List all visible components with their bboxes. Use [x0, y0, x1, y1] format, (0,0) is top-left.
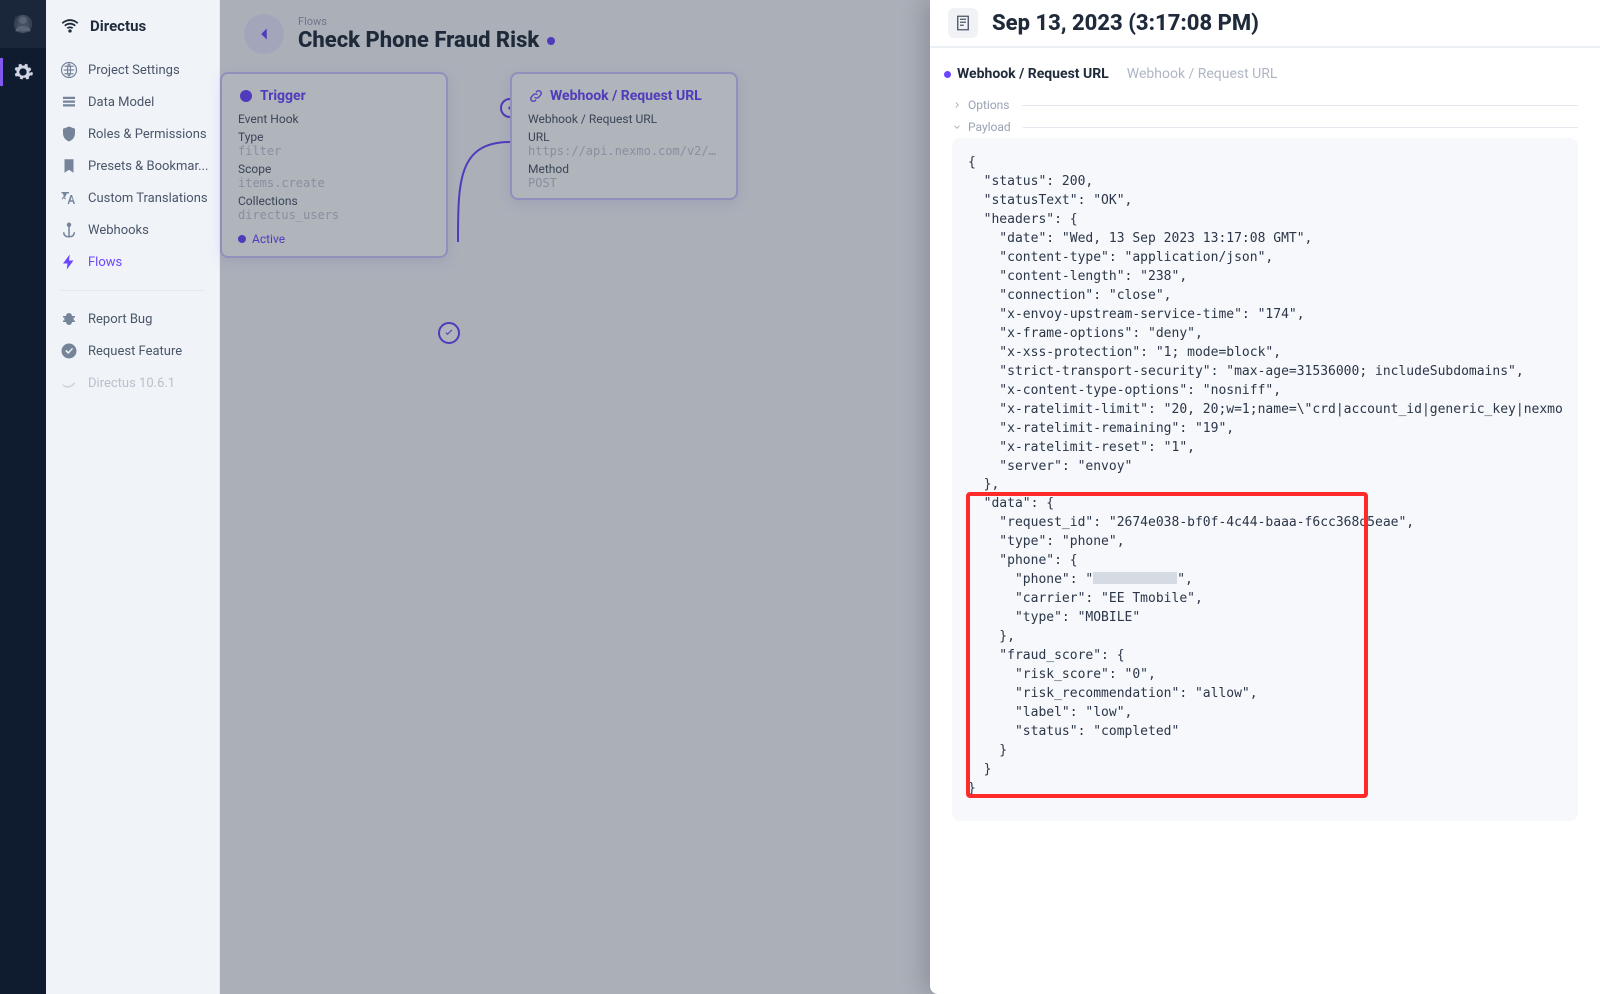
check-port-icon	[438, 322, 460, 344]
shield-icon	[60, 125, 78, 143]
breadcrumb[interactable]: Flows	[298, 15, 555, 28]
settings-item-project[interactable]: Project Settings	[46, 54, 219, 86]
settings-item-data-model[interactable]: Data Model	[46, 86, 219, 118]
bug-icon	[60, 310, 78, 328]
rail-settings-icon[interactable]	[0, 48, 46, 96]
drawer-title: Sep 13, 2023 (3:17:08 PM)	[992, 11, 1259, 36]
section-options[interactable]: Options	[952, 98, 1578, 112]
list-icon	[60, 93, 78, 111]
tab-dot-icon	[944, 71, 951, 78]
settings-item-version: Directus 10.6.1	[46, 367, 219, 399]
settings-item-request-feature[interactable]: Request Feature	[46, 335, 219, 367]
wifi-icon	[60, 16, 80, 36]
tab-webhook-inactive[interactable]: Webhook / Request URL	[1127, 66, 1278, 82]
log-drawer: Sep 13, 2023 (3:17:08 PM) Webhook / Requ…	[930, 0, 1600, 994]
target-icon	[238, 88, 254, 104]
bookmark-icon	[60, 157, 78, 175]
anchor-icon	[60, 221, 78, 239]
settings-item-translations[interactable]: Custom Translations	[46, 182, 219, 214]
brand-logo[interactable]	[0, 0, 46, 48]
page-title: Check Phone Fraud Risk	[298, 28, 555, 53]
section-payload[interactable]: Payload	[952, 120, 1578, 134]
link-icon	[528, 88, 544, 104]
tab-webhook-active[interactable]: Webhook / Request URL	[944, 66, 1109, 82]
settings-item-flows[interactable]: Flows	[46, 246, 219, 278]
status-dot-icon	[547, 37, 555, 45]
flow-node-trigger[interactable]: Trigger Event Hook Type filter Scope ite…	[220, 72, 448, 258]
payload-content[interactable]: { "status": 200, "statusText": "OK", "he…	[968, 154, 1562, 799]
settings-item-roles[interactable]: Roles & Permissions	[46, 118, 219, 150]
back-button[interactable]	[244, 14, 284, 54]
settings-brand: Directus	[46, 6, 219, 50]
nav-rail	[0, 0, 46, 994]
arrow-left-icon	[253, 23, 275, 45]
log-icon	[948, 8, 978, 38]
settings-item-report-bug[interactable]: Report Bug	[46, 303, 219, 335]
settings-sidebar: Directus Project Settings Data Model Rol…	[46, 0, 220, 994]
chevron-right-icon	[952, 100, 962, 110]
flow-node-webhook[interactable]: Webhook / Request URL Webhook / Request …	[510, 72, 738, 200]
payload-viewer: { "status": 200, "statusText": "OK", "he…	[952, 138, 1578, 821]
drawer-tabs: Webhook / Request URL Webhook / Request …	[930, 48, 1600, 90]
chevron-down-icon	[952, 122, 962, 132]
check-badge-icon	[60, 342, 78, 360]
translate-icon	[60, 189, 78, 207]
globe-icon	[60, 61, 78, 79]
status-dot-icon	[238, 235, 246, 243]
settings-item-webhooks[interactable]: Webhooks	[46, 214, 219, 246]
bolt-icon	[60, 253, 78, 271]
settings-item-presets[interactable]: Presets & Bookmar...	[46, 150, 219, 182]
rabbit-icon	[60, 374, 78, 392]
flow-connector	[450, 172, 512, 234]
brand-label: Directus	[90, 17, 146, 35]
